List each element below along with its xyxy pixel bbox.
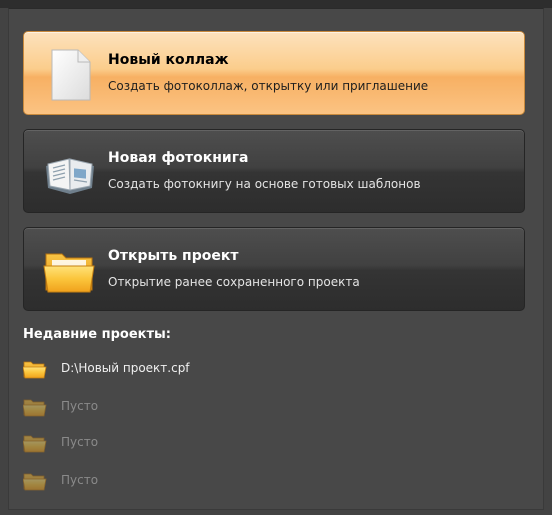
recent-project-item[interactable]: D:\Новый проект.cpf [22,357,323,381]
folder-icon [22,471,47,491]
new-collage-button[interactable]: Новый коллаж Создать фотоколлаж, открытк… [23,31,525,115]
new-collage-title: Новый коллаж [108,52,229,68]
recent-project-empty-label: Пусто [61,435,99,449]
recent-project-item[interactable]: Пусто [22,395,323,419]
folder-icon [42,242,98,298]
recent-project-item[interactable]: Пусто [22,469,323,493]
recent-project-path: D:\Новый проект.cpf [61,361,190,375]
new-photobook-button[interactable]: Новая фотокнига Создать фотокнигу на осн… [23,129,525,213]
new-collage-description: Создать фотоколлаж, открытку или приглаш… [108,79,429,93]
folder-icon [22,397,47,417]
new-photobook-title: Новая фотокнига [108,150,249,166]
recent-project-empty-label: Пусто [61,399,99,413]
open-project-title: Открыть проект [108,248,239,264]
open-project-description: Открытие ранее сохраненного проекта [108,275,360,289]
recent-projects-heading: Недавние проекты: [23,327,171,342]
blank-document-icon [42,46,98,102]
folder-icon [22,359,47,379]
recent-project-empty-label: Пусто [61,473,99,487]
start-panel: Новый коллаж Создать фотоколлаж, открытк… [8,8,544,510]
open-book-icon [42,144,98,200]
window-top-strip [0,0,552,8]
new-photobook-description: Создать фотокнигу на основе готовых шабл… [108,177,421,191]
open-project-button[interactable]: Открыть проект Открытие ранее сохраненно… [23,227,525,311]
folder-icon [22,433,47,453]
recent-project-item[interactable]: Пусто [22,431,323,455]
